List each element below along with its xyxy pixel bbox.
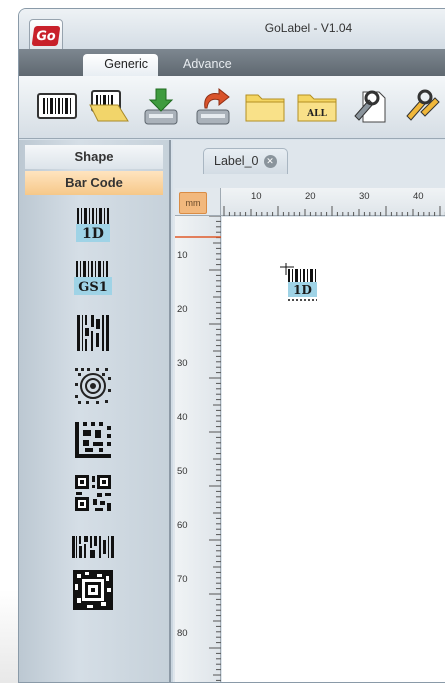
qr-code-icon[interactable] <box>71 471 115 515</box>
tab-label-0[interactable]: Label_0 ✕ <box>203 148 288 174</box>
folder-icon[interactable] <box>243 85 287 127</box>
ruler-top-label: 10 <box>251 191 262 202</box>
open-label-icon[interactable] <box>87 85 131 127</box>
ruler-left-label: 50 <box>177 466 188 477</box>
stacked-barcode-icon[interactable] <box>71 311 115 355</box>
vertical-ruler: 10 20 30 40 50 60 70 80 <box>175 216 221 682</box>
ruler-left-label: 40 <box>177 412 188 423</box>
gs1-barcode-text: GS1 <box>78 280 108 295</box>
barcode-panel-tab[interactable]: Bar Code <box>25 171 163 195</box>
ruler-top-label: 20 <box>305 191 316 202</box>
1d-barcode-icon[interactable]: 1D <box>71 204 115 248</box>
placed-barcode-text: 1D <box>293 283 312 297</box>
save-upload-icon[interactable] <box>191 85 235 127</box>
tab-generic[interactable]: Generic <box>83 54 158 76</box>
ruler-left-label: 30 <box>177 358 188 369</box>
shape-panel-tab[interactable]: Shape <box>25 145 163 169</box>
ribbon-tabs: Generic Advance <box>19 49 445 76</box>
ruler-corner: mm <box>175 188 221 216</box>
label-canvas[interactable]: 1D <box>222 217 445 682</box>
horizontal-ruler: 10 20 30 40 <box>221 188 445 216</box>
ruler-top-label: 30 <box>359 191 370 202</box>
ruler-left-label: 10 <box>177 250 188 261</box>
ruler-left-label: 80 <box>177 628 188 639</box>
object-sidebar: Shape Bar Code 1D GS1 <box>19 140 171 682</box>
folder-all-text: ALL <box>306 109 327 119</box>
ruler-top-label: 40 <box>413 191 424 202</box>
background-fade <box>0 590 18 683</box>
printer-setup-icon[interactable] <box>347 85 391 127</box>
gs1-barcode-icon[interactable]: GS1 <box>71 257 115 301</box>
toolbar: ALL <box>19 76 445 139</box>
ruler-left-label: 60 <box>177 520 188 531</box>
window-title: GoLabel - V1.04 <box>264 21 353 35</box>
pdf417-icon[interactable] <box>71 525 115 569</box>
ruler-left-label: 20 <box>177 304 188 315</box>
datamatrix-icon[interactable] <box>71 418 115 462</box>
tab-label-text: Label_0 <box>214 154 259 168</box>
close-tab-icon[interactable]: ✕ <box>263 155 277 168</box>
maxicode-icon[interactable] <box>71 364 115 408</box>
folder-all-icon[interactable]: ALL <box>295 85 339 127</box>
placed-1d-barcode[interactable]: 1D <box>280 263 320 303</box>
tab-advance[interactable]: Advance <box>173 54 242 76</box>
1d-barcode-text: 1D <box>82 226 104 242</box>
ruler-left-label: 70 <box>177 574 188 585</box>
unit-toggle-button[interactable]: mm <box>179 192 207 214</box>
barcode-label-icon[interactable] <box>35 85 79 127</box>
save-download-icon[interactable] <box>139 85 183 127</box>
tools-icon[interactable] <box>399 85 443 127</box>
golabel-window: Go GoLabel - V1.04 Generic Advance ALL S… <box>18 8 445 683</box>
label-workspace: Label_0 ✕ mm 10 20 30 40 10 20 30 40 50 <box>173 140 445 682</box>
aztec-icon[interactable] <box>71 568 115 612</box>
title-bar: Go GoLabel - V1.04 <box>19 9 445 53</box>
